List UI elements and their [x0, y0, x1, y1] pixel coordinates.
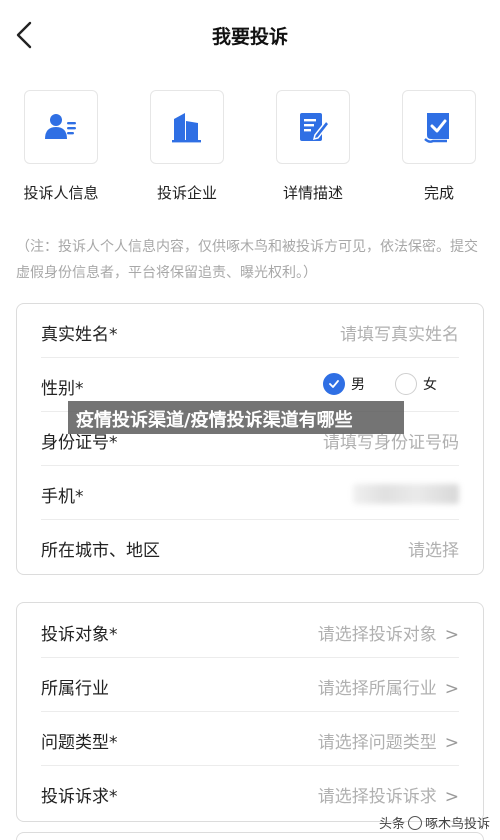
- target-placeholder: 请选择投诉对象: [317, 625, 437, 645]
- step-complainant-info[interactable]: 投诉人信息: [6, 90, 116, 203]
- gender-female-radio[interactable]: 女: [395, 373, 439, 395]
- person-info-icon: [45, 114, 76, 139]
- gender-male-radio[interactable]: 男: [323, 373, 367, 395]
- chevron-right-icon: >: [444, 679, 459, 699]
- gender-male-label: 男: [351, 377, 365, 393]
- banner-text: 疫情投诉渠道/疫情投诉渠道有哪些: [76, 410, 353, 431]
- chevron-right-icon: >: [444, 787, 459, 807]
- industry-placeholder: 请选择所属行业: [317, 679, 437, 699]
- demand-field-row[interactable]: 投诉诉求* 请选择投诉诉求 >: [41, 766, 459, 820]
- name-field-row[interactable]: 真实姓名* 请填写真实姓名: [41, 304, 459, 358]
- unchecked-radio-icon: [395, 373, 417, 395]
- top-nav-bar: 我要投诉: [0, 0, 500, 70]
- chevron-right-icon: >: [444, 625, 459, 645]
- step-label: 详情描述: [282, 184, 343, 202]
- step-company[interactable]: 投诉企业: [132, 90, 242, 203]
- watermark-prefix: 头条: [378, 817, 405, 832]
- city-select[interactable]: 请选择: [408, 536, 459, 561]
- target-select[interactable]: 请选择投诉对象 >: [318, 620, 459, 645]
- issue-type-select[interactable]: 请选择问题类型 >: [318, 728, 459, 753]
- step-label: 投诉人信息: [23, 184, 99, 202]
- step-icon-box: [150, 90, 224, 164]
- privacy-notice: （注：投诉人个人信息内容，仅供啄木鸟和被投诉方可见，依法保密。提交虚假身份信息者…: [16, 239, 478, 281]
- industry-field-row[interactable]: 所属行业 请选择所属行业 >: [41, 658, 459, 712]
- complaint-info-card: 投诉对象* 请选择投诉对象 > 所属行业 请选择所属行业 > 问题类型* 请选择问题…: [16, 602, 484, 822]
- name-input[interactable]: 请填写真实姓名: [340, 320, 459, 345]
- gender-female-label: 女: [423, 377, 437, 393]
- step-label: 投诉企业: [156, 184, 217, 202]
- step-label: 完成: [423, 184, 454, 202]
- step-icon-box: [24, 90, 98, 164]
- demand-placeholder: 请选择投诉诉求: [317, 787, 437, 807]
- step-icon-box: [402, 90, 476, 164]
- demand-select[interactable]: 请选择投诉诉求 >: [318, 782, 459, 807]
- target-field-row[interactable]: 投诉对象* 请选择投诉对象 >: [41, 604, 459, 658]
- chevron-right-icon: >: [444, 733, 459, 753]
- target-label: 投诉对象*: [41, 625, 118, 645]
- watermark-suffix: 啄木鸟投诉: [424, 817, 490, 832]
- step-done[interactable]: 完成: [384, 90, 494, 203]
- industry-select[interactable]: 请选择所属行业 >: [318, 674, 459, 699]
- issue-type-field-row[interactable]: 问题类型* 请选择问题类型 >: [41, 712, 459, 766]
- personal-info-card: 真实姓名* 请填写真实姓名 性别* 男 女 身份证号* 请填写身份证号码 手机*…: [16, 303, 484, 575]
- progress-steps: 投诉人信息 投诉企业 详情描述 完成: [0, 90, 500, 210]
- watermark-logo-icon: [407, 815, 422, 830]
- step-details[interactable]: 详情描述: [258, 90, 368, 203]
- checked-document-icon: [424, 113, 449, 143]
- phone-input-blurred[interactable]: [353, 484, 459, 504]
- issue-type-placeholder: 请选择问题类型: [317, 733, 437, 753]
- edit-document-icon: [300, 113, 331, 141]
- gender-radio-group: 男 女: [315, 373, 439, 395]
- article-title-banner: 疫情投诉渠道/疫情投诉渠道有哪些: [68, 401, 404, 434]
- page-title: 我要投诉: [211, 26, 288, 48]
- name-label: 真实姓名*: [41, 325, 118, 345]
- city-field-row[interactable]: 所在城市、地区 请选择: [41, 520, 459, 574]
- phone-label: 手机*: [41, 487, 84, 507]
- checked-radio-icon: [323, 373, 345, 395]
- next-card-edge: [16, 832, 484, 840]
- gender-label: 性别*: [41, 379, 84, 399]
- issue-type-label: 问题类型*: [41, 733, 118, 753]
- city-label: 所在城市、地区: [41, 541, 160, 561]
- step-icon-box: [276, 90, 350, 164]
- source-watermark: 头条 啄木鸟投诉: [379, 813, 490, 832]
- industry-label: 所属行业: [41, 679, 109, 699]
- phone-field-row[interactable]: 手机*: [41, 466, 459, 520]
- demand-label: 投诉诉求*: [41, 787, 118, 807]
- building-icon: [172, 113, 201, 143]
